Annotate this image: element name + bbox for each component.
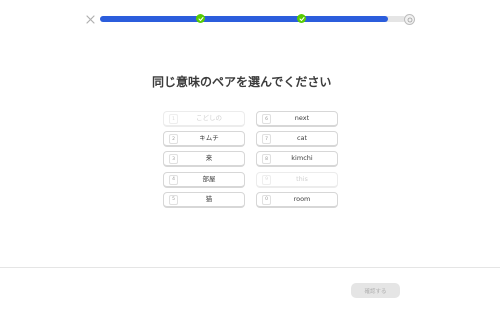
choice-label: kimchi	[291, 154, 313, 163]
choice-shortcut-number: 1	[169, 114, 178, 124]
choice-shortcut-number: 4	[169, 174, 178, 185]
choice-shortcut-number: 0	[262, 194, 271, 205]
confirm-button[interactable]: 確認する	[351, 283, 400, 298]
choice-label: こどしの	[196, 114, 222, 122]
badge-icon	[407, 17, 412, 22]
choice-shortcut-number: 3	[169, 154, 178, 165]
prompt-title: 同じ意味のペアを選んでください	[152, 75, 332, 89]
choice-label: cat	[296, 134, 308, 143]
right-choices: 6 next 7 cat 8 kimchi 9 this 0 room	[256, 111, 338, 212]
progress-bar	[100, 14, 406, 23]
close-icon	[85, 14, 95, 24]
choice-tile[interactable]: 6 next	[256, 111, 338, 127]
lesson-end-badge	[404, 14, 415, 25]
choice-tile[interactable]: 0 room	[256, 191, 338, 208]
choice-shortcut-number: 5	[169, 194, 178, 205]
left-choices: 1 こどしの 2 キムチ 3 来 4 部屋 5 猫	[163, 111, 245, 212]
choice-tile[interactable]: 8 kimchi	[256, 151, 338, 168]
choice-shortcut-number: 9	[262, 174, 271, 185]
choice-tile[interactable]: 5猫	[163, 191, 245, 208]
choice-label: 猫	[205, 194, 213, 203]
choice-label: キムチ	[199, 134, 219, 143]
choice-tile[interactable]: 2 キムチ	[163, 131, 245, 148]
choice-label: 来	[205, 154, 213, 163]
choice-shortcut-number: 8	[262, 154, 271, 165]
choice-tile: 9 this	[256, 171, 338, 188]
choice-label: next	[294, 114, 310, 122]
choice-label: 部屋	[202, 174, 216, 183]
choice-tile[interactable]: 3来	[163, 151, 245, 168]
choice-label: this	[296, 174, 308, 183]
progress-fill	[100, 16, 388, 22]
close-button[interactable]	[84, 13, 96, 25]
top-bar	[0, 11, 500, 27]
choice-shortcut-number: 7	[262, 134, 271, 145]
choice-tile: 1 こどしの	[163, 111, 245, 127]
choice-tile[interactable]: 7 cat	[256, 131, 338, 148]
footer-divider	[0, 267, 500, 268]
choice-shortcut-number: 6	[262, 114, 271, 124]
choice-tile[interactable]: 4 部屋	[163, 171, 245, 188]
check-icon	[299, 16, 305, 21]
choice-label: room	[293, 194, 311, 203]
check-icon	[198, 16, 204, 21]
choice-shortcut-number: 2	[169, 134, 178, 145]
